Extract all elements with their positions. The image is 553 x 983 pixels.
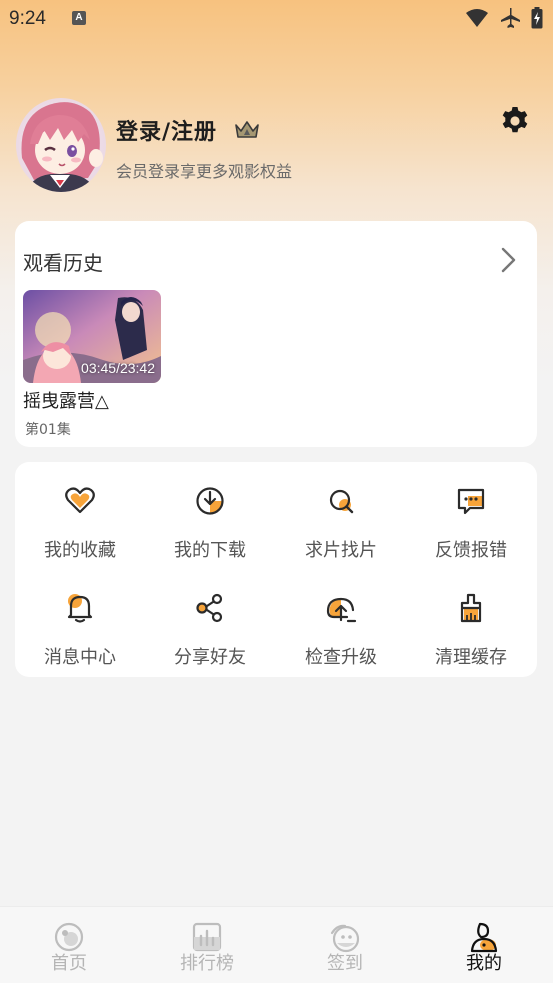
menu-card: 我的收藏 我的下载 求片找片 反馈报错 消息中心 分享好友 检查升级 清理缓存 (15, 462, 537, 677)
menu-item-share[interactable]: 分享好友 (145, 591, 275, 681)
screen: 9:24 A 登录/注册 会员登录享更多观影权益 观看历史 03:45/23:4… (0, 0, 553, 983)
menu-label: 求片找片 (305, 540, 377, 561)
heart-icon (65, 487, 95, 514)
broom-icon (460, 593, 482, 623)
upload-icon (326, 597, 357, 623)
crown-icon (235, 121, 259, 138)
download-icon (196, 487, 224, 515)
menu-item-feedback[interactable]: 反馈报错 (406, 484, 536, 574)
video-thumbnail[interactable]: 03:45/23:42 (23, 290, 161, 383)
battery-charging-icon (531, 7, 543, 29)
share-icon (196, 593, 223, 623)
nav-item-home[interactable]: 首页 (19, 907, 119, 983)
avatar[interactable] (16, 98, 106, 192)
menu-item-messages[interactable]: 消息中心 (15, 591, 145, 681)
nav-item-mine[interactable]: 我的 (434, 907, 534, 983)
bell-icon (67, 594, 93, 623)
chevron-right-icon[interactable] (497, 247, 519, 273)
nav-label: 我的 (466, 953, 502, 974)
login-register-title[interactable]: 登录/注册 (116, 114, 217, 146)
wifi-icon (466, 9, 488, 27)
menu-item-upgrade[interactable]: 检查升级 (276, 591, 406, 681)
notification-icon: A (72, 11, 86, 25)
watch-history-card: 观看历史 03:45/23:42 摇曳露营△ 第01集 (15, 221, 537, 447)
menu-item-clear-cache[interactable]: 清理缓存 (406, 591, 536, 681)
menu-label: 我的下载 (174, 540, 246, 561)
menu-grid: 我的收藏 我的下载 求片找片 反馈报错 消息中心 分享好友 检查升级 清理缓存 (15, 462, 537, 677)
watch-history-title: 观看历史 (23, 251, 103, 275)
status-icons (465, 7, 543, 29)
menu-item-downloads[interactable]: 我的下载 (145, 484, 275, 574)
nav-item-checkin[interactable]: 签到 (295, 907, 395, 983)
login-subtitle: 会员登录享更多观影权益 (116, 162, 293, 181)
search-icon (329, 489, 354, 514)
feedback-icon (457, 488, 485, 515)
menu-label: 反馈报错 (435, 540, 507, 561)
menu-label: 消息中心 (44, 647, 116, 668)
video-progress-time: 03:45/23:42 (81, 360, 155, 376)
menu-item-request[interactable]: 求片找片 (276, 484, 406, 574)
video-title[interactable]: 摇曳露营△ (23, 387, 109, 413)
menu-label: 清理缓存 (435, 647, 507, 668)
airplane-icon (501, 8, 520, 28)
gear-icon[interactable] (499, 105, 531, 137)
video-episode: 第01集 (25, 422, 71, 438)
nav-label: 签到 (327, 953, 363, 974)
nav-item-ranking[interactable]: 排行榜 (157, 907, 257, 983)
status-bar: 9:24 A (0, 0, 553, 38)
menu-item-favorites[interactable]: 我的收藏 (15, 484, 145, 574)
nav-label: 首页 (51, 953, 87, 974)
profile-header[interactable]: 登录/注册 会员登录享更多观影权益 (16, 98, 537, 192)
menu-label: 分享好友 (174, 647, 246, 668)
status-time: 9:24 (9, 8, 46, 29)
menu-label: 我的收藏 (44, 540, 116, 561)
menu-label: 检查升级 (305, 647, 377, 668)
bottom-navigation: 首页 排行榜 签到 我的 (0, 906, 553, 983)
nav-label: 排行榜 (180, 953, 234, 974)
